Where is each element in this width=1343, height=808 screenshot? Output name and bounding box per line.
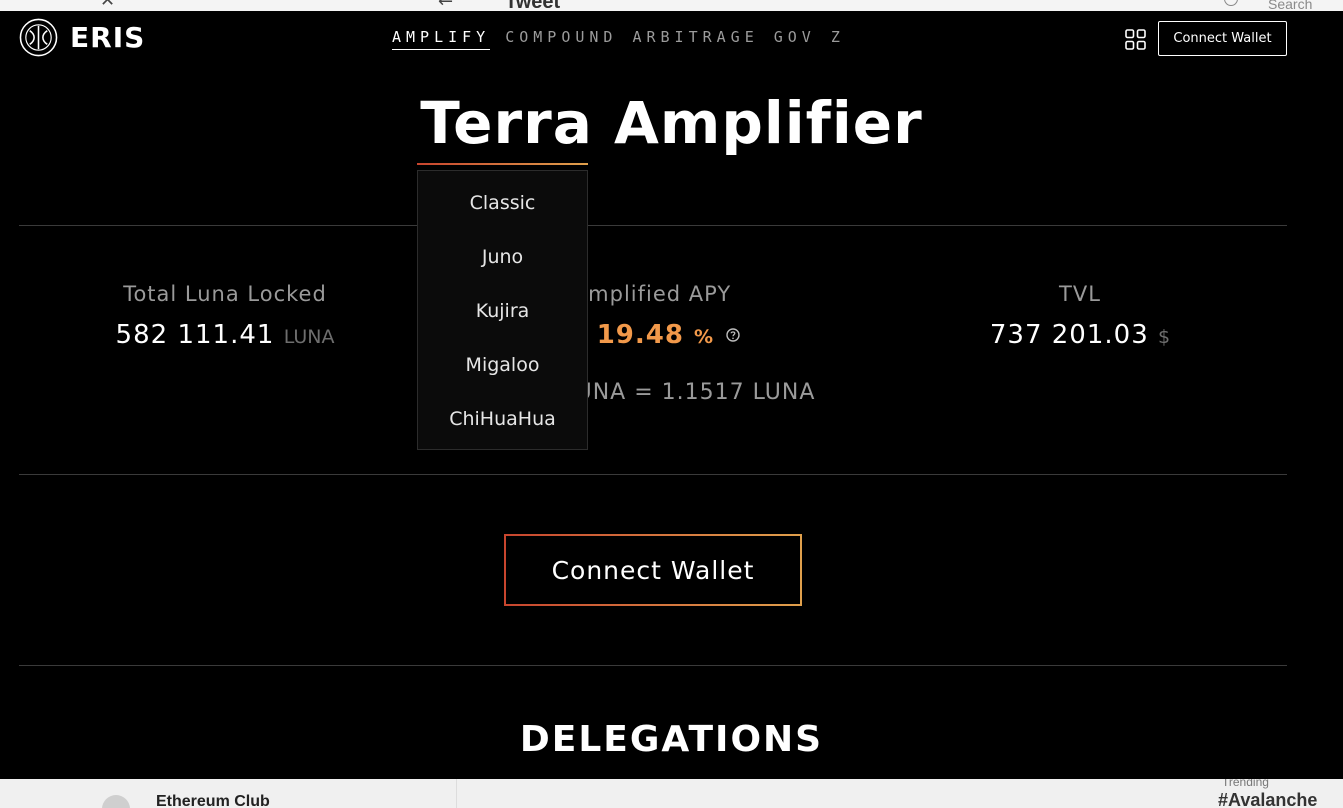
brand-name: ERIS <box>70 21 146 54</box>
connect-wallet-button[interactable]: Connect Wallet <box>504 534 802 606</box>
stat-unit: $ <box>1158 326 1171 348</box>
nav-item-gov[interactable]: GOV <box>774 28 816 50</box>
eris-logo-icon <box>19 18 58 57</box>
stat-total-locked: Total Luna Locked 582 111.41 LUNA <box>95 282 355 350</box>
main-nav: AMPLIFY COMPOUND ARBITRAGE GOV Z <box>392 28 860 50</box>
background-bottom-bar: Ethereum Club Trending #Avalanche <box>0 779 1343 808</box>
nav-item-arbitrage[interactable]: ARBITRAGE <box>632 28 758 50</box>
dropdown-option-classic[interactable]: Classic <box>418 176 587 230</box>
background-trending-label: Trending <box>1222 779 1269 789</box>
nav-item-z[interactable]: Z <box>831 28 845 50</box>
divider <box>19 474 1287 475</box>
stat-number: 582 111.41 <box>115 320 275 350</box>
delegations-heading: DELEGATIONS <box>519 719 824 760</box>
dropdown-option-chihuahua[interactable]: ChiHuaHua <box>418 392 587 446</box>
stat-label: TVL <box>1059 282 1101 306</box>
nav-item-amplify[interactable]: AMPLIFY <box>392 28 491 50</box>
background-search-icon <box>1224 0 1238 6</box>
chain-selector-underline <box>417 163 588 165</box>
dropdown-option-migaloo[interactable]: Migaloo <box>418 338 587 392</box>
stat-value: 737 201.03 $ <box>960 320 1200 350</box>
dropdown-option-kujira[interactable]: Kujira <box>418 284 587 338</box>
stat-number: 737 201.03 <box>989 320 1149 350</box>
x-logo-icon: ✕ <box>100 0 116 11</box>
stat-value: 582 111.41 LUNA <box>95 320 355 350</box>
grid-icon[interactable] <box>1125 29 1146 50</box>
background-list-text: Ethereum Club <box>156 793 270 808</box>
header-connect-wallet-button[interactable]: Connect Wallet <box>1158 21 1287 56</box>
eris-logo[interactable]: ERIS <box>19 18 145 57</box>
page-title-wrap: Terra Amplifier <box>0 89 1343 157</box>
question-circle-icon[interactable] <box>726 328 740 342</box>
back-arrow-icon: ← <box>438 0 454 11</box>
stat-tvl: TVL 737 201.03 $ <box>960 282 1200 350</box>
stat-label: Total Luna Locked <box>123 282 327 306</box>
nav-item-compound[interactable]: COMPOUND <box>505 28 617 50</box>
background-search-placeholder: Search <box>1268 0 1313 11</box>
background-hashtag: #Avalanche <box>1218 790 1318 808</box>
stat-unit: LUNA <box>283 326 335 348</box>
divider <box>19 225 1287 226</box>
background-divider <box>456 779 457 808</box>
background-avatar <box>102 795 130 808</box>
background-top-bar: ✕ ← Tweet Search <box>0 0 1343 11</box>
background-title: Tweet <box>505 0 561 11</box>
eris-app: ERIS AMPLIFY COMPOUND ARBITRAGE GOV Z Co… <box>0 11 1343 779</box>
page-title[interactable]: Terra Amplifier <box>420 89 922 157</box>
chain-dropdown-menu: Classic Juno Kujira Migaloo ChiHuaHua <box>417 170 588 450</box>
dropdown-option-juno[interactable]: Juno <box>418 230 587 284</box>
divider <box>19 665 1287 666</box>
stat-unit: % <box>694 326 714 348</box>
